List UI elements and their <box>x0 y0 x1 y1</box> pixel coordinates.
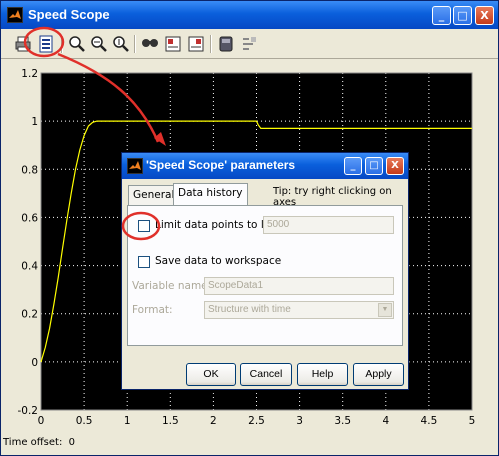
floating-scope-icon[interactable] <box>216 34 236 54</box>
y-tick-label: 0.2 <box>21 309 38 321</box>
dialog-maximize-button[interactable]: □ <box>365 157 383 175</box>
x-tick-label: 1 <box>124 415 131 427</box>
scope-parameters-dialog: 'Speed Scope' parameters _ □ X General D… <box>121 152 409 390</box>
x-tick-label: 0.5 <box>76 415 93 427</box>
y-tick-label: 0.4 <box>21 261 38 273</box>
window-title: Speed Scope <box>28 7 110 22</box>
variable-name-label: Variable name: <box>132 280 212 292</box>
x-tick-label: 2.5 <box>248 415 265 427</box>
y-tick-label: 0.6 <box>21 212 38 224</box>
variable-name-input[interactable]: ScopeData1 <box>204 277 394 295</box>
limit-data-points-input[interactable]: 5000 <box>263 216 394 234</box>
y-tick-label: 0.8 <box>21 164 38 176</box>
x-tick-label: 1.5 <box>162 415 179 427</box>
y-tick-label: -0.2 <box>18 405 39 417</box>
zoom-icon[interactable] <box>67 34 87 54</box>
help-button[interactable]: Help <box>297 363 348 386</box>
y-tick-label: 1 <box>31 116 38 128</box>
zoom-y-icon[interactable] <box>111 34 131 54</box>
toolbar <box>1 29 498 59</box>
save-axes-icon[interactable] <box>163 34 183 54</box>
chevron-down-icon[interactable]: ▼ <box>378 303 392 317</box>
format-select-value: Structure with time <box>208 304 291 315</box>
save-to-workspace-checkbox[interactable] <box>138 256 150 268</box>
tab-general[interactable]: General <box>128 185 180 205</box>
save-to-workspace-label: Save data to workspace <box>155 255 282 267</box>
time-offset-readout: Time offset: 0 <box>3 437 75 448</box>
ok-button[interactable]: OK <box>186 363 236 386</box>
format-select[interactable]: Structure with time ▼ <box>204 301 394 319</box>
dialog-title: 'Speed Scope' parameters <box>146 158 296 172</box>
x-tick-label: 5 <box>469 415 476 427</box>
x-tick-label: 3 <box>296 415 303 427</box>
minimize-button[interactable]: _ <box>432 6 451 25</box>
autoscale-icon[interactable] <box>140 34 160 54</box>
y-tick-label: 1.2 <box>21 68 38 80</box>
dialog-title-bar[interactable]: 'Speed Scope' parameters _ □ X <box>122 153 408 179</box>
toolbar-separator <box>61 35 63 53</box>
zoom-x-icon[interactable] <box>89 34 109 54</box>
print-icon[interactable] <box>13 34 33 54</box>
toolbar-separator <box>210 35 212 53</box>
dialog-minimize-button[interactable]: _ <box>344 157 362 175</box>
y-tick-label: 0 <box>31 357 38 369</box>
x-tick-label: 4 <box>382 415 389 427</box>
apply-button[interactable]: Apply <box>353 363 404 386</box>
time-offset-value: 0 <box>68 437 76 448</box>
title-bar[interactable]: Speed Scope _ □ X <box>1 1 498 29</box>
toolbar-separator <box>134 35 136 53</box>
limit-data-points-checkbox[interactable] <box>138 220 150 232</box>
x-tick-label: 4.5 <box>421 415 438 427</box>
close-button[interactable]: X <box>475 6 494 25</box>
format-label: Format: <box>132 304 173 316</box>
maximize-button[interactable]: □ <box>453 6 472 25</box>
signal-selection-icon[interactable] <box>239 34 259 54</box>
x-tick-label: 0 <box>38 415 45 427</box>
matlab-logo-icon <box>7 7 23 23</box>
matlab-logo-icon <box>127 158 143 174</box>
parameters-icon[interactable] <box>36 34 56 54</box>
dialog-close-button[interactable]: X <box>386 157 404 175</box>
restore-axes-icon[interactable] <box>186 34 206 54</box>
x-tick-label: 2 <box>210 415 217 427</box>
cancel-button[interactable]: Cancel <box>240 363 292 386</box>
data-history-panel: Limit data points to last: 5000 Save dat… <box>127 205 403 346</box>
tab-data-history[interactable]: Data history <box>173 183 248 205</box>
x-tick-label: 3.5 <box>334 415 351 427</box>
time-offset-label: Time offset: <box>3 437 63 448</box>
